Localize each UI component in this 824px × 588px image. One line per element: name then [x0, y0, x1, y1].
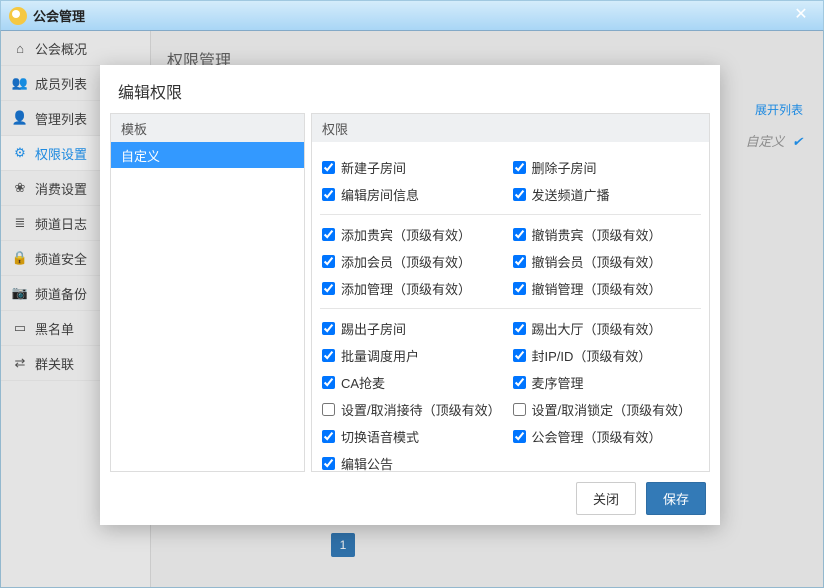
permission-item[interactable]: 踢出大厅（顶级有效）: [511, 315, 702, 342]
permission-checkbox[interactable]: [513, 228, 526, 241]
permission-checkbox[interactable]: [322, 457, 335, 470]
template-item-custom[interactable]: 自定义: [111, 142, 304, 168]
permission-item[interactable]: CA抢麦: [320, 369, 511, 396]
permission-item[interactable]: 编辑公告: [320, 450, 511, 471]
permission-label: 撤销管理（顶级有效）: [532, 279, 662, 298]
template-header: 模板: [111, 114, 304, 142]
edit-permission-modal: 编辑权限 模板 自定义 权限 新建子房间 删除子房间编辑房间信息 发送频道广播添加贵…: [100, 65, 720, 525]
permission-checkbox[interactable]: [513, 188, 526, 201]
permission-item[interactable]: 撤销会员（顶级有效）: [511, 248, 702, 275]
permission-item[interactable]: 撤销管理（顶级有效）: [511, 275, 702, 302]
permission-label: 发送频道广播: [532, 185, 610, 204]
modal-title: 编辑权限: [100, 65, 720, 113]
permission-label: 删除子房间: [532, 158, 597, 177]
permission-checkbox[interactable]: [322, 282, 335, 295]
permission-label: 编辑公告: [341, 454, 393, 471]
permission-label: 踢出大厅（顶级有效）: [532, 319, 662, 338]
permission-checkbox[interactable]: [513, 349, 526, 362]
titlebar: 公会管理 ✕: [1, 1, 823, 31]
permission-scroll[interactable]: 新建子房间 删除子房间编辑房间信息 发送频道广播添加贵宾（顶级有效） 撤销贵宾（顶级有…: [312, 142, 709, 471]
permission-group: 添加贵宾（顶级有效） 撤销贵宾（顶级有效） 添加会员（顶级有效） 撤销会员（顶级有效）…: [320, 214, 701, 308]
app-logo-icon: [9, 7, 27, 25]
permission-item[interactable]: 批量调度用户: [320, 342, 511, 369]
permission-item[interactable]: 公会管理（顶级有效）: [511, 423, 702, 450]
permission-label: 撤销贵宾（顶级有效）: [532, 225, 662, 244]
permission-item[interactable]: 麦序管理: [511, 369, 702, 396]
permission-label: 设置/取消接待（顶级有效）: [341, 400, 501, 419]
permission-checkbox[interactable]: [513, 376, 526, 389]
permission-label: 批量调度用户: [341, 346, 419, 365]
permission-group: 踢出子房间 踢出大厅（顶级有效） 批量调度用户 封IP/ID（顶级有效） CA抢麦 麦序管…: [320, 308, 701, 471]
permission-checkbox[interactable]: [513, 255, 526, 268]
permission-label: 公会管理（顶级有效）: [532, 427, 662, 446]
permission-checkbox[interactable]: [322, 349, 335, 362]
permission-label: CA抢麦: [341, 373, 385, 392]
permission-panel: 权限 新建子房间 删除子房间编辑房间信息 发送频道广播添加贵宾（顶级有效） 撤销贵宾（…: [311, 113, 710, 472]
permission-label: 切换语音模式: [341, 427, 419, 446]
permission-checkbox[interactable]: [513, 161, 526, 174]
permission-checkbox[interactable]: [322, 376, 335, 389]
permission-checkbox[interactable]: [322, 255, 335, 268]
permission-label: 新建子房间: [341, 158, 406, 177]
permission-item[interactable]: 添加会员（顶级有效）: [320, 248, 511, 275]
permission-label: 设置/取消锁定（顶级有效）: [532, 400, 692, 419]
permission-item[interactable]: 添加管理（顶级有效）: [320, 275, 511, 302]
permission-label: 封IP/ID（顶级有效）: [532, 346, 652, 365]
permission-checkbox[interactable]: [322, 228, 335, 241]
save-button[interactable]: 保存: [646, 482, 706, 515]
permission-item[interactable]: 删除子房间: [511, 154, 702, 181]
close-icon[interactable]: ✕: [787, 6, 815, 26]
permission-checkbox[interactable]: [322, 403, 335, 416]
permission-label: 编辑房间信息: [341, 185, 419, 204]
permission-item[interactable]: 封IP/ID（顶级有效）: [511, 342, 702, 369]
permission-label: 踢出子房间: [341, 319, 406, 338]
permission-label: 撤销会员（顶级有效）: [532, 252, 662, 271]
permission-item[interactable]: 设置/取消接待（顶级有效）: [320, 396, 511, 423]
permission-item[interactable]: 发送频道广播: [511, 181, 702, 208]
permission-checkbox[interactable]: [513, 403, 526, 416]
permission-checkbox[interactable]: [322, 322, 335, 335]
close-button[interactable]: 关闭: [576, 482, 636, 515]
permission-checkbox[interactable]: [322, 161, 335, 174]
permission-label: 添加会员（顶级有效）: [341, 252, 471, 271]
permission-label: 添加贵宾（顶级有效）: [341, 225, 471, 244]
permission-item[interactable]: 切换语音模式: [320, 423, 511, 450]
permission-checkbox[interactable]: [513, 322, 526, 335]
template-panel: 模板 自定义: [110, 113, 305, 472]
permission-checkbox[interactable]: [322, 430, 335, 443]
permission-group: 新建子房间 删除子房间编辑房间信息 发送频道广播: [320, 148, 701, 214]
permission-checkbox[interactable]: [513, 430, 526, 443]
window-title: 公会管理: [33, 6, 787, 25]
permission-item[interactable]: 撤销贵宾（顶级有效）: [511, 221, 702, 248]
permission-item[interactable]: 踢出子房间: [320, 315, 511, 342]
permission-item[interactable]: 新建子房间: [320, 154, 511, 181]
permission-label: 添加管理（顶级有效）: [341, 279, 471, 298]
permission-checkbox[interactable]: [513, 282, 526, 295]
permission-header: 权限: [312, 114, 709, 142]
permission-item[interactable]: 编辑房间信息: [320, 181, 511, 208]
permission-item[interactable]: 设置/取消锁定（顶级有效）: [511, 396, 702, 423]
permission-label: 麦序管理: [532, 373, 584, 392]
permission-checkbox[interactable]: [322, 188, 335, 201]
permission-item[interactable]: 添加贵宾（顶级有效）: [320, 221, 511, 248]
